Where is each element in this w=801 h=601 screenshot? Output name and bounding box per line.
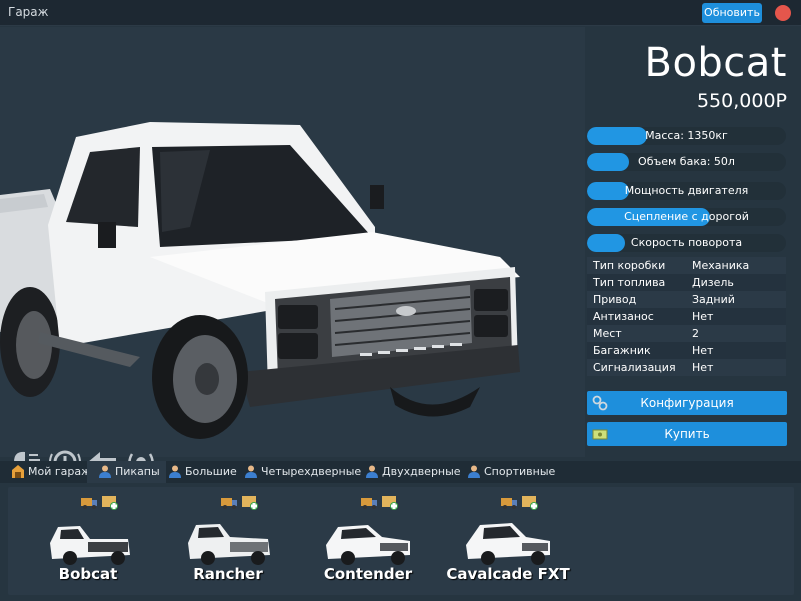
truck-render [0, 122, 520, 439]
vehicle-name: Contender [323, 565, 413, 583]
money-icon [592, 426, 608, 442]
title-bar: Гараж Обновить [0, 0, 801, 26]
tab-two-door[interactable]: Двухдверные [354, 461, 467, 483]
tab-my-garage[interactable]: Мой гараж [0, 461, 97, 483]
spec-table: Тип коробки Механика Тип топлива Дизель Пр… [587, 257, 786, 376]
vehicle-card[interactable]: Contender [298, 487, 418, 593]
spec-value: 2 [692, 327, 699, 340]
car-price: 550,000Р [696, 90, 787, 112]
tab-label: Мой гараж [28, 465, 92, 478]
user-icon [168, 464, 182, 479]
garage-icon [11, 464, 25, 479]
stat-tank: Объем бака: 50л [587, 153, 786, 171]
spec-key: Багажник [593, 344, 651, 357]
window-title: Гараж [8, 5, 49, 19]
stat-turning: Скорость поворота [587, 234, 786, 252]
config-button[interactable]: Конфигурация [587, 391, 787, 415]
spec-row: Сигнализация Нет [587, 359, 786, 376]
spec-key: Тип топлива [593, 276, 666, 289]
tab-four-door[interactable]: Четырехдверные [233, 461, 367, 483]
stat-label: Объем бака: 50л [638, 155, 735, 168]
spec-row: Багажник Нет [587, 342, 786, 359]
spec-value: Дизель [692, 276, 734, 289]
vehicle-name: Bobcat [58, 565, 118, 583]
tab-label: Большие [185, 465, 237, 478]
car-thumbnail [188, 524, 270, 565]
close-icon[interactable] [775, 5, 791, 21]
stat-power: Мощность двигателя [587, 182, 786, 200]
vehicle-card[interactable]: Rancher [158, 487, 278, 593]
spec-key: Тип коробки [593, 259, 666, 272]
user-icon [365, 464, 379, 479]
tab-label: Четырехдверные [261, 465, 362, 478]
gears-icon [592, 395, 608, 411]
spec-value: Задний [692, 293, 735, 306]
tab-pickups[interactable]: Пикапы [87, 461, 166, 483]
spec-value: Нет [692, 344, 714, 357]
stat-label: Мощность двигателя [624, 184, 749, 197]
spec-value: Нет [692, 310, 714, 323]
tab-sport[interactable]: Спортивные [456, 461, 561, 483]
car-thumbnail [466, 523, 550, 565]
vehicle-card[interactable]: Bobcat [18, 487, 138, 593]
spec-key: Антизанос [593, 310, 654, 323]
vehicle-card[interactable]: Cavalcade FXT [438, 487, 570, 593]
stat-grip: Сцепление с дорогой [587, 208, 786, 226]
spec-value: Нет [692, 361, 714, 374]
vehicle-name: Cavalcade FXT [446, 565, 570, 583]
stat-label: Сцепление с дорогой [624, 210, 749, 223]
tab-label: Пикапы [115, 465, 160, 478]
vehicle-name: Rancher [193, 565, 263, 583]
spec-value: Механика [692, 259, 750, 272]
config-label: Конфигурация [640, 396, 734, 410]
tab-label: Двухдверные [382, 465, 461, 478]
stat-label: Масса: 1350кг [645, 129, 728, 142]
vehicle-list: Bobcat Rancher Contender Cavalcade FXT [8, 487, 794, 595]
user-icon [244, 464, 258, 479]
spec-row: Привод Задний [587, 291, 786, 308]
car-preview[interactable] [0, 27, 585, 474]
tab-label: Спортивные [484, 465, 556, 478]
car-thumbnail [326, 525, 410, 565]
car-title: Bobcat [644, 40, 787, 86]
spec-row: Тип коробки Механика [587, 257, 786, 274]
spec-row: Антизанос Нет [587, 308, 786, 325]
spec-row: Мест 2 [587, 325, 786, 342]
spec-key: Привод [593, 293, 637, 306]
buy-label: Купить [664, 427, 710, 441]
spec-row: Тип топлива Дизель [587, 274, 786, 291]
buy-button[interactable]: Купить [587, 422, 787, 446]
car-thumbnail [50, 526, 130, 565]
user-icon [467, 464, 481, 479]
category-tabs: Мой гараж Пикапы Большие Четырехдверные … [0, 461, 801, 483]
refresh-button[interactable]: Обновить [702, 3, 762, 23]
user-icon [98, 464, 112, 479]
stat-label: Скорость поворота [630, 236, 743, 249]
spec-key: Мест [593, 327, 622, 340]
stat-mass: Масса: 1350кг [587, 127, 786, 145]
tab-big[interactable]: Большие [157, 461, 243, 483]
spec-key: Сигнализация [593, 361, 676, 374]
